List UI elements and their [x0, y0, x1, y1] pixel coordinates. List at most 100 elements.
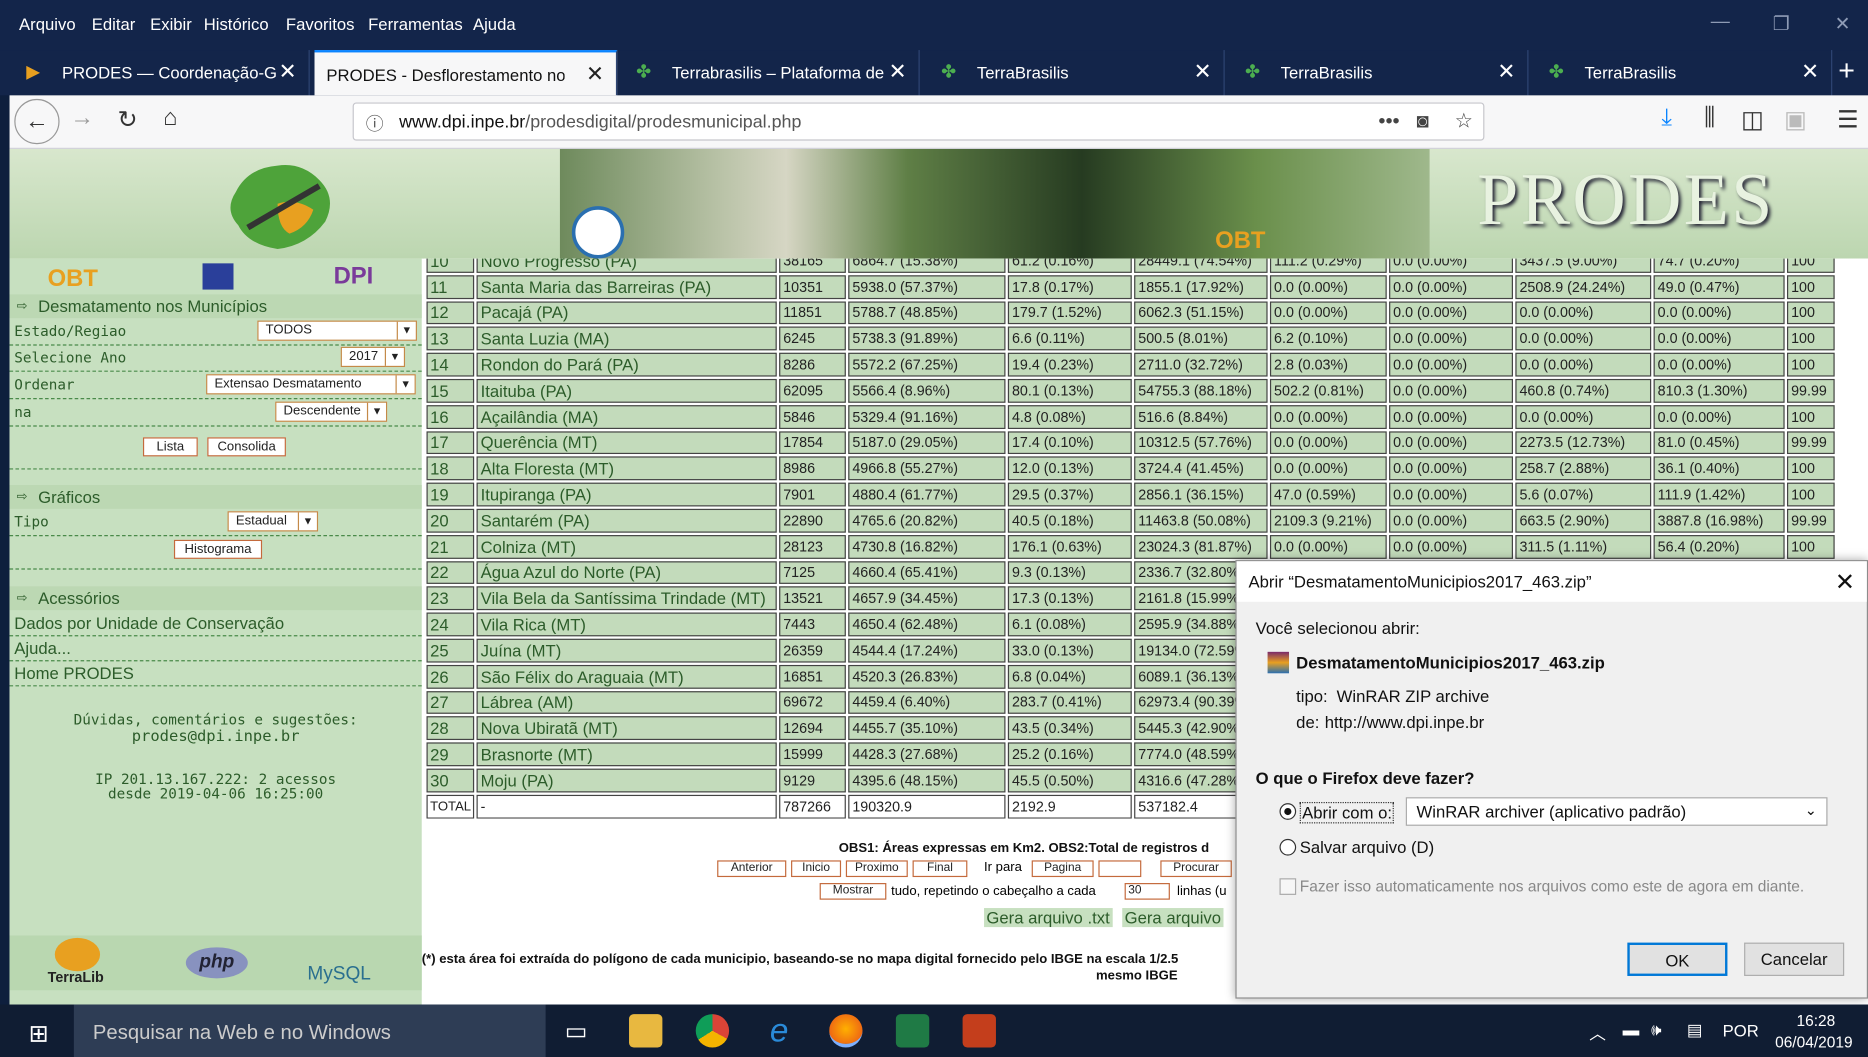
- menu-favoritos[interactable]: Favoritos: [286, 14, 355, 33]
- close-tab-icon[interactable]: ✕: [279, 60, 297, 85]
- procurar-button[interactable]: Procurar: [1160, 860, 1232, 878]
- volume-icon[interactable]: 🕪: [1651, 1020, 1662, 1040]
- menu-editar[interactable]: Editar: [92, 14, 136, 33]
- menu-ferramentas[interactable]: Ferramentas: [368, 14, 463, 33]
- pagina-button[interactable]: Pagina: [1031, 860, 1094, 878]
- pocket-icon[interactable]: ◙: [1416, 110, 1428, 134]
- table-cell: 15: [426, 378, 475, 403]
- file-explorer-icon[interactable]: [629, 1014, 663, 1048]
- tab-terrabrasilis-2[interactable]: ✤ TerraBrasilis ✕: [1228, 50, 1529, 96]
- ordenar-select[interactable]: Extensao Desmatamento ▼: [206, 374, 416, 395]
- page-actions-icon[interactable]: •••: [1378, 110, 1399, 134]
- restore-icon[interactable]: ❐: [1773, 12, 1790, 36]
- table-cell: 2273.5 (12.73%): [1515, 430, 1652, 455]
- gera-txt-link[interactable]: Gera arquivo .txt: [984, 908, 1113, 928]
- save-file-label[interactable]: Salvar arquivo (D): [1300, 838, 1434, 857]
- info-icon[interactable]: ⓘ: [366, 111, 384, 136]
- ano-select[interactable]: 2017 ▼: [340, 346, 406, 368]
- mostrar-button[interactable]: Mostrar: [819, 883, 887, 900]
- clock-time[interactable]: 16:28: [1797, 1012, 1836, 1030]
- notifications-icon[interactable]: ▤: [1687, 1020, 1703, 1040]
- close-tab-icon[interactable]: ✕: [1801, 60, 1819, 85]
- close-tab-icon[interactable]: ✕: [1497, 60, 1515, 85]
- task-view-icon[interactable]: ▭: [565, 1016, 588, 1046]
- open-with-label[interactable]: Abrir com o:: [1299, 801, 1395, 824]
- table-cell: 0.0 (0.00%): [1270, 275, 1388, 299]
- bookmark-star-icon[interactable]: ☆: [1455, 110, 1473, 134]
- tipo-select[interactable]: Estadual ▼: [227, 511, 319, 532]
- powerpoint-icon[interactable]: [962, 1014, 996, 1048]
- downloads-icon[interactable]: ⤓: [1651, 105, 1682, 132]
- menu-historico[interactable]: Histórico: [204, 14, 269, 33]
- library-icon[interactable]: ⫼: [1694, 105, 1725, 132]
- linhas-input[interactable]: 30: [1124, 883, 1170, 900]
- tab-title: Terrabrasilis – Plataforma de dados: [671, 63, 886, 83]
- menu-exibir[interactable]: Exibir: [150, 14, 192, 33]
- app-select[interactable]: WinRAR archiver (aplicativo padrão) ⌄: [1405, 797, 1828, 826]
- tipo-label: tipo:: [1296, 686, 1328, 706]
- anterior-button[interactable]: Anterior: [717, 860, 787, 878]
- tab-terrabrasilis-3[interactable]: ✤ TerraBrasilis ✕: [1532, 50, 1833, 96]
- url-text[interactable]: www.dpi.inpe.br/prodesdigital/prodesmuni…: [399, 112, 801, 132]
- contact-email[interactable]: prodes@dpi.inpe.br: [10, 728, 422, 746]
- link-unidade-conservacao[interactable]: Dados por Unidade de Conservação: [14, 614, 284, 633]
- tab-prodes-municipios[interactable]: PRODES - Desflorestamento nos Municípios…: [314, 50, 618, 96]
- na-select[interactable]: Descendente ▼: [275, 401, 388, 422]
- url-bar[interactable]: ⓘ www.dpi.inpe.br/prodesdigital/prodesmu…: [352, 102, 1485, 141]
- reload-icon[interactable]: ↻: [112, 105, 143, 135]
- consolida-button[interactable]: Consolida: [207, 437, 286, 457]
- link-home-prodes[interactable]: Home PRODES: [14, 664, 134, 683]
- language-indicator[interactable]: POR: [1723, 1021, 1759, 1040]
- edge-icon[interactable]: e: [762, 1014, 795, 1047]
- gera-arquivo-link[interactable]: Gera arquivo: [1122, 908, 1224, 928]
- auto-checkbox[interactable]: [1279, 878, 1297, 895]
- table-cell: Nova Ubiratã (MT): [477, 716, 778, 741]
- table-cell: 22890: [779, 508, 847, 533]
- tab-prodes-coordenacao[interactable]: ▶ PRODES — Coordenação-Geral ✕: [10, 50, 310, 96]
- tab-terrabrasilis-plataforma[interactable]: ✤ Terrabrasilis – Plataforma de dados ✕: [619, 50, 920, 96]
- menu-arquivo[interactable]: Arquivo: [19, 14, 76, 33]
- tab-terrabrasilis-1[interactable]: ✤ TerraBrasilis ✕: [924, 50, 1225, 96]
- final-button[interactable]: Final: [912, 860, 968, 878]
- close-tab-icon[interactable]: ✕: [1194, 60, 1212, 85]
- table-cell: 0.0 (0.00%): [1389, 301, 1514, 325]
- forward-icon[interactable]: →: [67, 105, 98, 132]
- excel-icon[interactable]: [895, 1014, 930, 1048]
- taskbar-search[interactable]: Pesquisar na Web e no Windows: [73, 1004, 546, 1057]
- chrome-icon[interactable]: [695, 1014, 730, 1048]
- minimize-icon[interactable]: —: [1711, 12, 1730, 33]
- table-cell: 0.0 (0.00%): [1270, 301, 1388, 325]
- histograma-button[interactable]: Histograma: [173, 539, 263, 559]
- link-ajuda[interactable]: Ajuda...: [14, 639, 71, 658]
- close-window-icon[interactable]: ✕: [1835, 12, 1851, 36]
- dialog-close-icon[interactable]: ✕: [1835, 567, 1855, 597]
- chevron-down-icon: ▼: [366, 402, 386, 421]
- battery-icon[interactable]: ▬: [1623, 1020, 1640, 1039]
- close-tab-icon[interactable]: ✕: [889, 60, 907, 85]
- save-file-radio[interactable]: [1279, 838, 1297, 856]
- tray-chevron-icon[interactable]: ︿: [1589, 1021, 1606, 1045]
- estado-select[interactable]: TODOS ▼: [257, 320, 417, 341]
- open-with-radio[interactable]: [1279, 803, 1297, 820]
- menu-ajuda[interactable]: Ajuda: [473, 14, 516, 33]
- table-cell: Vila Rica (MT): [477, 612, 778, 637]
- sidebar-toggle-icon[interactable]: ◫: [1737, 105, 1768, 135]
- clock-date[interactable]: 06/04/2019: [1775, 1033, 1853, 1051]
- table-cell: 10351: [779, 275, 847, 299]
- pagina-input[interactable]: [1098, 860, 1142, 878]
- windows-start-icon[interactable]: ⊞: [29, 1019, 49, 1049]
- table-row: 20 Santarém (PA) 22890 4765.6 (20.82%) 40.5 …: [426, 508, 1836, 533]
- close-tab-icon[interactable]: ✕: [586, 62, 604, 87]
- hamburger-menu-icon[interactable]: ☰: [1832, 105, 1863, 135]
- ok-button[interactable]: OK: [1627, 942, 1728, 976]
- browser-window: Arquivo Editar Exibir Histórico Favorito…: [0, 0, 1868, 1057]
- inicio-button[interactable]: Inicio: [791, 860, 842, 878]
- firefox-icon[interactable]: [829, 1014, 863, 1048]
- lista-button[interactable]: Lista: [142, 437, 198, 457]
- extension-icon[interactable]: ▣: [1780, 105, 1811, 135]
- proximo-button[interactable]: Proximo: [845, 860, 908, 878]
- home-icon[interactable]: ⌂: [155, 105, 186, 132]
- new-tab-icon[interactable]: +: [1838, 55, 1855, 88]
- cancel-button[interactable]: Cancelar: [1744, 942, 1845, 976]
- back-icon[interactable]: ←: [14, 98, 60, 145]
